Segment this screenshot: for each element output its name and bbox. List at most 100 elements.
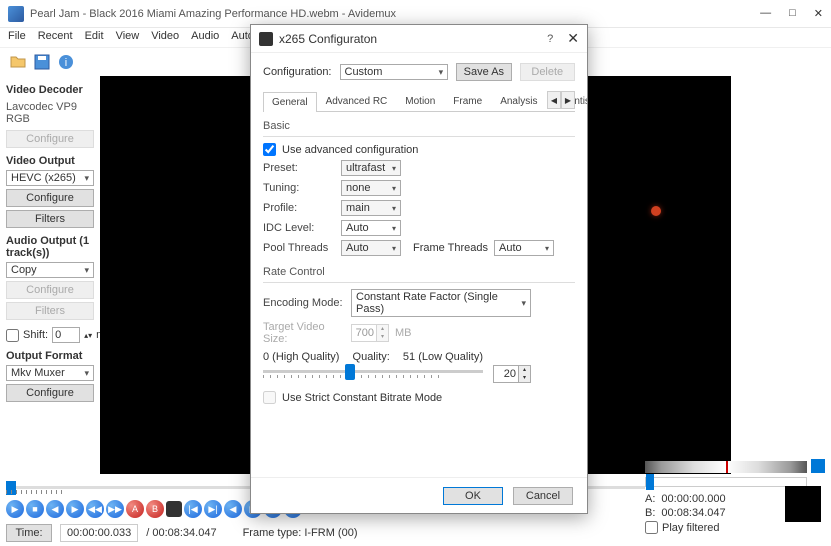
tab-motion[interactable]: Motion [396,91,444,111]
menu-view[interactable]: View [116,30,140,45]
menu-video[interactable]: Video [151,30,179,45]
tab-analysis[interactable]: Analysis [491,91,546,111]
stop-button[interactable]: ■ [26,500,44,518]
target-size-input [352,326,376,340]
tab-scroll-left-icon[interactable]: ◀ [547,91,561,109]
marker-a-value: 00:00:00.000 [661,493,725,505]
config-value: Custom [345,66,383,78]
tab-general[interactable]: General [263,92,317,112]
prev-keyframe-button[interactable]: ◀◀ [86,500,104,518]
set-marker-a-button[interactable]: A [126,500,144,518]
quality-right-label: 51 (Low Quality) [403,351,483,363]
selection-knob[interactable] [646,474,654,490]
audio-configure-button[interactable]: Configure [6,281,94,299]
quality-slider-knob[interactable] [345,364,355,380]
config-combo[interactable]: Custom [340,64,449,80]
use-advanced-checkbox[interactable] [263,143,276,156]
video-output-configure-button[interactable]: Configure [6,189,94,207]
encoding-mode-combo[interactable]: Constant Rate Factor (Single Pass) [351,289,531,317]
tab-frame[interactable]: Frame [444,91,491,111]
quality-left-label: 0 (High Quality) [263,351,339,363]
quality-spin-up-icon[interactable]: ▴ [518,366,530,374]
output-format-label: Output Format [6,350,94,362]
prev-frame-button[interactable]: ◀ [46,500,64,518]
dialog-close-button[interactable]: ✕ [567,30,579,47]
shift-checkbox[interactable] [6,329,19,342]
goto-end-button[interactable]: ▶| [204,500,222,518]
play-filtered-checkbox[interactable] [645,521,658,534]
idc-label: IDC Level: [263,222,335,234]
basic-group-label: Basic [263,120,575,132]
preview-thumbnail [785,486,821,522]
rate-control-label: Rate Control [263,266,575,278]
next-frame-button[interactable]: ▶ [66,500,84,518]
goto-a-button[interactable]: ◀ [224,500,242,518]
pool-combo[interactable]: Auto [341,240,401,256]
selection-mark-icon [726,461,728,473]
shift-input[interactable] [52,327,80,343]
tab-advanced-rc[interactable]: Advanced RC [317,91,397,111]
shift-label: Shift: [23,329,48,341]
selection-bar[interactable] [645,461,807,473]
save-icon[interactable] [32,52,52,72]
encoding-mode-label: Encoding Mode: [263,297,345,309]
dialog-help-button[interactable]: ? [547,33,553,45]
frame-threads-combo[interactable]: Auto [494,240,554,256]
tabstrip: General Advanced RC Motion Frame Analysi… [263,91,575,112]
info-icon[interactable]: i [56,52,76,72]
cancel-button[interactable]: Cancel [513,487,573,505]
tuning-combo[interactable]: none [341,180,401,196]
encoding-mode-value: Constant Rate Factor (Single Pass) [356,291,521,315]
delete-button[interactable]: Delete [520,63,575,81]
marker-b-label: B: [645,507,655,519]
decoder-text: Lavcodec VP9 RGB [6,101,94,125]
idc-combo[interactable]: Auto [341,220,401,236]
zoom-toggle-icon[interactable] [811,459,825,473]
marker-b-value: 00:08:34.047 [661,507,725,519]
dialog-title: x265 Configuraton [279,32,547,46]
target-size-label: Target Video Size: [263,321,345,345]
play-button[interactable]: ▶ [6,500,24,518]
menu-file[interactable]: File [8,30,26,45]
target-size-unit: MB [395,327,412,339]
decoder-configure-button[interactable]: Configure [6,130,94,148]
profile-combo[interactable]: main [341,200,401,216]
quality-spin-down-icon[interactable]: ▾ [518,374,530,382]
menu-recent[interactable]: Recent [38,30,73,45]
ok-button[interactable]: OK [443,487,503,505]
use-advanced-label: Use advanced configuration [282,144,418,156]
menu-audio[interactable]: Audio [191,30,219,45]
output-format-configure-button[interactable]: Configure [6,384,94,402]
goto-start-button[interactable]: |◀ [184,500,202,518]
quality-slider[interactable] [263,370,483,373]
video-output-combo[interactable]: HEVC (x265) [6,170,94,186]
audio-filters-button[interactable]: Filters [6,302,94,320]
minimize-button[interactable]: — [760,7,771,20]
maximize-button[interactable]: □ [789,7,796,20]
time-current[interactable]: 00:00:00.033 [60,524,138,542]
tab-scroll-right-icon[interactable]: ▶ [561,91,575,109]
shift-spinner-icon[interactable]: ▴▾ [84,331,92,340]
open-file-icon[interactable] [8,52,28,72]
save-as-button[interactable]: Save As [456,63,511,81]
video-output-filters-button[interactable]: Filters [6,210,94,228]
quality-value-input[interactable] [494,367,518,381]
profile-label: Profile: [263,202,335,214]
close-button[interactable]: ✕ [814,7,823,20]
output-format-combo[interactable]: Mkv Muxer [6,365,94,381]
menu-edit[interactable]: Edit [85,30,104,45]
strict-cbr-checkbox [263,391,276,404]
strict-cbr-label: Use Strict Constant Bitrate Mode [282,392,442,404]
set-marker-b-button[interactable]: B [146,500,164,518]
black-frame-icon[interactable] [166,501,182,517]
config-label: Configuration: [263,66,332,78]
time-label-button[interactable]: Time: [6,524,52,542]
video-content-artifact [651,206,661,216]
left-sidebar: Video Decoder Lavcodec VP9 RGB Configure… [0,76,100,474]
next-keyframe-button[interactable]: ▶▶ [106,500,124,518]
window-title: Pearl Jam - Black 2016 Miami Amazing Per… [30,8,760,20]
preset-combo[interactable]: ultrafast [341,160,401,176]
audio-output-combo[interactable]: Copy [6,262,94,278]
audio-output-label: Audio Output (1 track(s)) [6,235,94,259]
app-logo-icon [8,6,24,22]
